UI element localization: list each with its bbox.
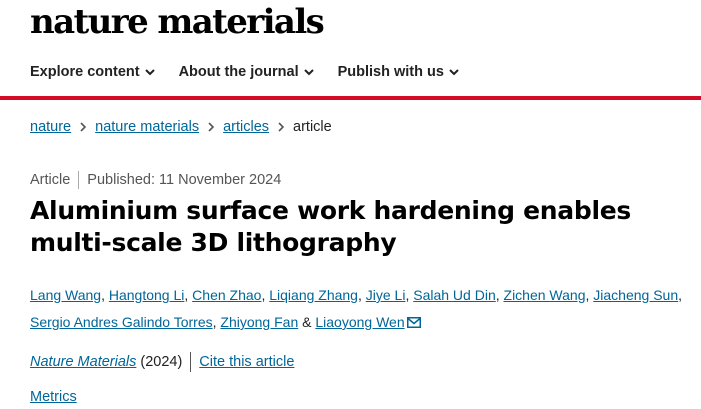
article-title: Aluminium surface work hardening enables…	[30, 196, 631, 257]
author-link[interactable]: Hangtong Li	[109, 287, 185, 303]
nav-explore-content[interactable]: Explore content	[30, 64, 155, 80]
main-nav: Explore content About the journal Publis…	[30, 62, 483, 82]
header-divider	[0, 96, 701, 100]
citation-line: Nature Materials (2024) Cite this articl…	[30, 352, 294, 372]
cite-this-article-link[interactable]: Cite this article	[199, 354, 294, 370]
breadcrumb-articles[interactable]: articles	[223, 119, 269, 135]
author-link[interactable]: Zichen Wang	[504, 287, 586, 303]
nav-publish-with-us[interactable]: Publish with us	[338, 64, 459, 80]
breadcrumb-current: article	[293, 119, 332, 135]
nav-item-label: Publish with us	[337, 64, 444, 80]
published-date: Published: 11 November 2024	[87, 172, 282, 188]
author-link[interactable]: Liqiang Zhang	[269, 287, 358, 303]
nav-item-label: About the journal	[178, 64, 299, 80]
journal-logo[interactable]: nature materials	[30, 2, 325, 42]
breadcrumb-nature[interactable]: nature	[30, 119, 71, 135]
chevron-right-icon	[80, 122, 87, 132]
author-link[interactable]: Jiacheng Sun	[593, 287, 678, 303]
nav-item-label: Explore content	[30, 64, 140, 80]
author-link[interactable]: Liaoyong Wen	[315, 314, 404, 330]
breadcrumb: nature nature materials articles article	[30, 119, 332, 135]
author-link[interactable]: Salah Ud Din	[413, 287, 496, 303]
author-link[interactable]: Chen Zhao	[192, 287, 261, 303]
author-link[interactable]: Lang Wang	[30, 287, 101, 303]
chevron-down-icon	[449, 68, 459, 75]
meta-divider	[78, 171, 80, 189]
chevron-down-icon	[303, 68, 314, 75]
article-type: Article	[30, 172, 71, 188]
metrics-link[interactable]: Metrics	[30, 389, 77, 405]
journal-link[interactable]: Nature Materials	[30, 354, 136, 370]
author-list: Lang Wang, Hangtong Li, Chen Zhao, Liqia…	[30, 287, 682, 330]
chevron-down-icon	[144, 68, 155, 75]
breadcrumb-nature-materials[interactable]: nature materials	[95, 119, 199, 135]
chevron-right-icon	[278, 122, 285, 132]
author-link[interactable]: Zhiyong Fan	[220, 314, 298, 330]
publication-year: (2024)	[140, 354, 183, 370]
author-link[interactable]: Sergio Andres Galindo Torres	[30, 314, 213, 330]
chevron-right-icon	[208, 122, 215, 132]
author-link[interactable]: Jiye Li	[366, 287, 406, 303]
article-meta: Article Published: 11 November 2024	[30, 171, 281, 189]
nav-about-journal[interactable]: About the journal	[179, 64, 314, 80]
mail-icon[interactable]	[406, 317, 421, 328]
citation-divider	[190, 352, 192, 372]
